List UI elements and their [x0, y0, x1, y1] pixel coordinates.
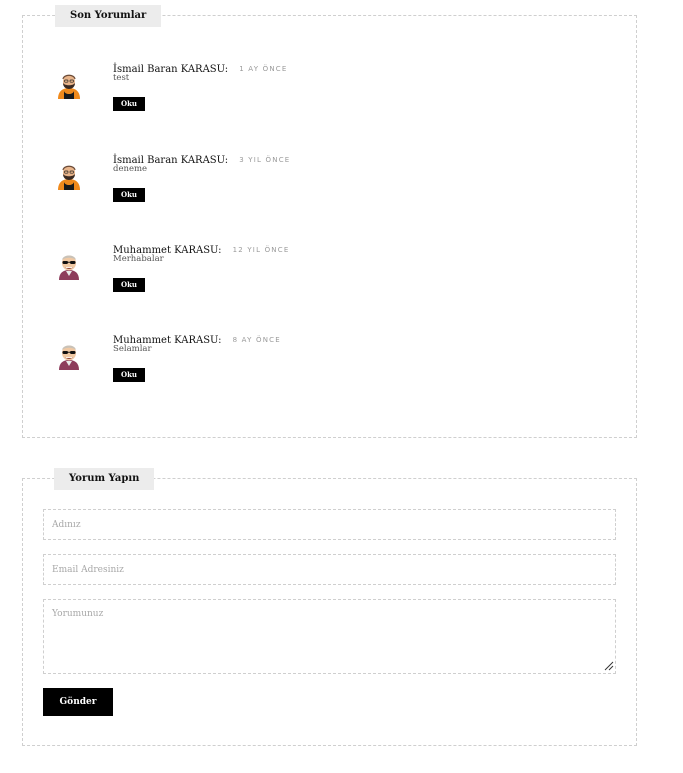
- comment-textarea[interactable]: [43, 599, 616, 674]
- avatar: [55, 71, 83, 99]
- comment-text: deneme: [113, 164, 148, 174]
- sunglasses-man-avatar-icon: [59, 255, 79, 280]
- comment-form-panel: Yorum Yapın Gönder: [22, 468, 637, 746]
- comment-author: İsmail Baran KARASU:: [113, 64, 229, 75]
- read-button[interactable]: Oku: [113, 97, 145, 111]
- avatar: [55, 252, 83, 280]
- comment-form-title: Yorum Yapın: [54, 468, 155, 490]
- comment-item: Muhammet KARASU: 8 AY ÖNCE Selamlar Oku: [23, 328, 636, 398]
- avatar: [55, 162, 83, 190]
- comment-time: 3 YIL ÖNCE: [239, 156, 291, 164]
- recent-comments-title: Son Yorumlar: [55, 5, 162, 27]
- read-button[interactable]: Oku: [113, 278, 145, 292]
- submit-button[interactable]: Gönder: [43, 688, 113, 716]
- comment-time: 1 AY ÖNCE: [239, 65, 288, 73]
- comment-text: Merhabalar: [113, 254, 164, 264]
- email-input[interactable]: [43, 554, 616, 585]
- comment-text: test: [113, 73, 130, 83]
- bearded-man-avatar-icon: [58, 74, 80, 99]
- read-button[interactable]: Oku: [113, 368, 145, 382]
- comment-time: 12 YIL ÖNCE: [232, 246, 290, 254]
- comment-time: 8 AY ÖNCE: [232, 336, 281, 344]
- comment-item: İsmail Baran KARASU: 1 AY ÖNCE test Oku: [23, 57, 636, 127]
- read-button[interactable]: Oku: [113, 188, 145, 202]
- name-input[interactable]: [43, 509, 616, 540]
- recent-comments-panel: Son Yorumlar İsmail Baran KARASU: 1 AY Ö…: [22, 5, 637, 438]
- bearded-man-avatar-icon: [58, 165, 80, 190]
- comment-item: İsmail Baran KARASU: 3 YIL ÖNCE deneme O…: [23, 148, 636, 218]
- sunglasses-man-avatar-icon: [59, 345, 79, 370]
- resize-handle-icon[interactable]: [604, 661, 614, 671]
- comment-text: Selamlar: [113, 344, 152, 354]
- comment-item: Muhammet KARASU: 12 YIL ÖNCE Merhabalar …: [23, 238, 636, 308]
- avatar: [55, 342, 83, 370]
